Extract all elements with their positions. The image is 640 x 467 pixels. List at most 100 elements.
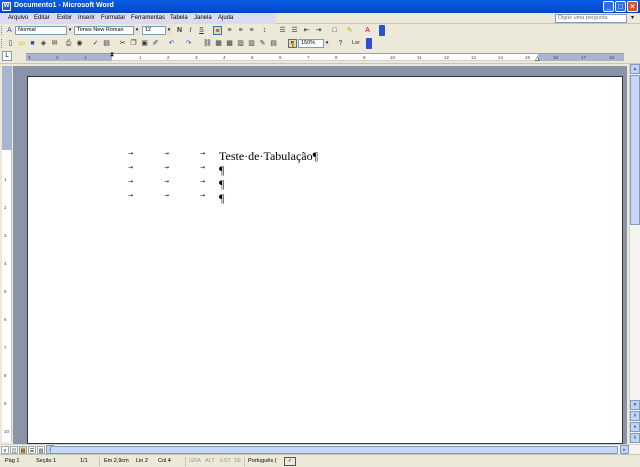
menu-inserir[interactable]: Inserir — [78, 15, 95, 21]
bold-button[interactable]: N — [175, 26, 184, 35]
toolbar-grip[interactable] — [1, 26, 4, 35]
status-language[interactable]: Português ( — [248, 458, 276, 464]
email-icon[interactable]: ✉ — [50, 39, 59, 48]
new-document-icon[interactable]: ▯ — [6, 39, 15, 48]
word-app-icon[interactable]: W — [2, 2, 11, 11]
minimize-button[interactable]: _ — [603, 1, 614, 12]
menu-ajuda[interactable]: Ajuda — [218, 15, 233, 21]
styles-pane-icon[interactable]: A — [5, 26, 14, 35]
document-text[interactable]: Teste·de·Tabulação¶ — [219, 149, 318, 164]
toolbar-grip[interactable] — [1, 39, 4, 48]
status-column[interactable]: Col 4 — [158, 458, 171, 464]
insert-table-icon[interactable]: ▦ — [225, 39, 234, 48]
spelling-icon[interactable]: ✓ — [91, 39, 100, 48]
title-bar[interactable]: W Documento1 - Microsoft Word _ □ × — [0, 0, 640, 13]
ruler-body[interactable]: 3 2 1 1 2 3 4 5 6 7 8 9 10 11 12 13 14 1… — [26, 52, 624, 62]
highlight-icon[interactable]: ✎ — [345, 26, 354, 35]
open-folder-icon[interactable]: ▭ — [17, 39, 26, 48]
font-dropdown-icon[interactable]: ▾ — [134, 26, 140, 35]
undo-icon[interactable]: ↶ — [167, 39, 176, 48]
status-section[interactable]: Seção 1 — [36, 458, 56, 464]
drawing-icon[interactable]: ✎ — [258, 39, 267, 48]
outline-view-icon[interactable]: ☰ — [28, 446, 36, 454]
show-formatting-icon[interactable]: ¶ — [288, 39, 297, 48]
document-line[interactable]: → → → Teste·de·Tabulação¶ — [28, 149, 624, 164]
menu-arquivo[interactable]: Arquivo — [8, 15, 28, 21]
read-mode-button[interactable]: Ler — [348, 39, 364, 48]
maximize-button[interactable]: □ — [615, 1, 626, 12]
horizontal-scrollbar[interactable]: ≡ ◫ ▤ ☰ ▥ ◂ ▸ — [0, 444, 640, 454]
vertical-ruler[interactable]: 1 2 3 4 5 6 7 8 9 10 — [2, 66, 12, 442]
help-icon[interactable]: ? — [336, 39, 345, 48]
zoom-dropdown-icon[interactable]: ▾ — [324, 39, 330, 48]
next-page-icon[interactable]: ⇟ — [630, 433, 640, 443]
document-map-icon[interactable]: ▤ — [269, 39, 278, 48]
format-painter-icon[interactable]: ✐ — [151, 39, 160, 48]
borders-icon[interactable]: □ — [330, 26, 339, 35]
scroll-thumb[interactable] — [630, 75, 640, 225]
reading-view-icon[interactable]: ▥ — [37, 446, 45, 454]
numbering-icon[interactable]: ☰ — [278, 26, 287, 35]
status-position[interactable]: Em 2,9cm — [104, 458, 129, 464]
research-icon[interactable]: ▤ — [102, 39, 111, 48]
menu-janela[interactable]: Janela — [194, 15, 212, 21]
document-line[interactable]: → → → ¶ — [28, 163, 624, 177]
close-button[interactable]: × — [627, 1, 638, 12]
document-line[interactable]: → → → ¶ — [28, 191, 624, 205]
toolbar-options-icon[interactable] — [366, 38, 372, 49]
status-se[interactable]: SE — [234, 458, 241, 464]
decrease-indent-icon[interactable]: ⇤ — [302, 26, 311, 35]
document-line[interactable]: → → → ¶ — [28, 177, 624, 191]
save-icon[interactable]: ■ — [28, 39, 37, 48]
font-color-icon[interactable]: A — [363, 26, 372, 35]
indent-marker-icon[interactable]: ⧗ — [110, 52, 114, 59]
menu-formatar[interactable]: Formatar — [101, 15, 125, 21]
print-preview-icon[interactable]: ◉ — [75, 39, 84, 48]
copy-icon[interactable]: ❐ — [129, 39, 138, 48]
increase-indent-icon[interactable]: ⇥ — [314, 26, 323, 35]
scroll-up-icon[interactable]: ▲ — [630, 64, 640, 74]
columns-icon[interactable]: ▥ — [247, 39, 256, 48]
redo-icon[interactable]: ↷ — [184, 39, 193, 48]
document-page[interactable]: → → → Teste·de·Tabulação¶ → → → ¶ → → → … — [27, 76, 623, 444]
font-size-dropdown-icon[interactable]: ▾ — [166, 26, 172, 35]
tables-borders-icon[interactable]: ▦ — [214, 39, 223, 48]
tab-selector-icon[interactable]: L — [2, 51, 12, 61]
bullets-icon[interactable]: ☰ — [290, 26, 299, 35]
align-right-button[interactable]: ≡ — [236, 26, 245, 35]
status-alt[interactable]: ALT — [205, 458, 215, 464]
status-est[interactable]: EST — [220, 458, 231, 464]
underline-button[interactable]: S — [197, 26, 206, 35]
align-left-button[interactable]: ≡ — [213, 26, 222, 35]
spelling-status-icon[interactable]: ✓ — [284, 457, 296, 466]
status-gra[interactable]: GRA — [189, 458, 201, 464]
cut-icon[interactable]: ✂ — [118, 39, 127, 48]
style-combo[interactable]: Normal — [15, 26, 67, 35]
status-page-count[interactable]: 1/1 — [80, 458, 88, 464]
paste-icon[interactable]: ▣ — [140, 39, 149, 48]
right-indent-marker-icon[interactable]: △ — [535, 55, 540, 62]
font-size-combo[interactable]: 12 — [142, 26, 166, 35]
toolbar-options-icon[interactable] — [379, 25, 385, 36]
menu-ferramentas[interactable]: Ferramentas — [131, 15, 165, 21]
help-search-input[interactable]: Digite uma pergunta — [555, 14, 627, 23]
previous-page-icon[interactable]: ⇞ — [630, 411, 640, 421]
font-combo[interactable]: Times New Roman — [74, 26, 134, 35]
status-page[interactable]: Pág 1 — [5, 458, 19, 464]
menu-tabela[interactable]: Tabela — [170, 15, 188, 21]
normal-view-icon[interactable]: ≡ — [1, 446, 9, 454]
web-view-icon[interactable]: ◫ — [10, 446, 18, 454]
vertical-scrollbar[interactable]: ▲ ▼ ⇞ ● ⇟ — [629, 64, 640, 444]
hscroll-thumb[interactable] — [50, 446, 618, 454]
status-line[interactable]: Lin 2 — [136, 458, 148, 464]
help-dropdown-icon[interactable]: ▾ — [628, 14, 637, 23]
menu-editar[interactable]: Editar — [34, 15, 50, 21]
zoom-combo[interactable]: 150% — [298, 39, 324, 48]
justify-button[interactable]: ≡ — [247, 26, 256, 35]
print-icon[interactable]: ⎙ — [64, 39, 73, 48]
scroll-right-icon[interactable]: ▸ — [620, 445, 629, 454]
permission-icon[interactable]: ◈ — [39, 39, 48, 48]
line-spacing-icon[interactable]: ↕ — [260, 26, 269, 35]
style-dropdown-icon[interactable]: ▾ — [67, 26, 73, 35]
hyperlink-icon[interactable]: ⛓ — [203, 39, 212, 48]
